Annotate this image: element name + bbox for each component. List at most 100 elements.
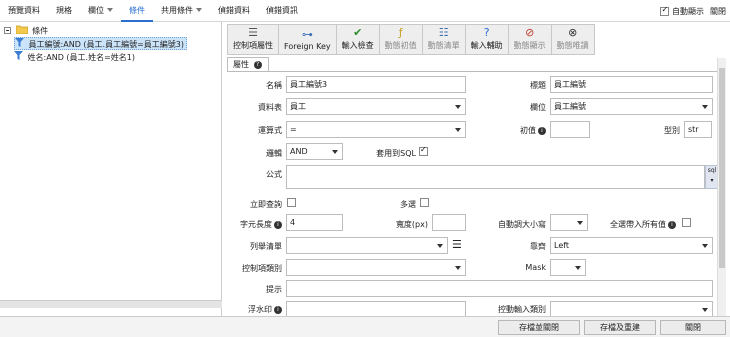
type-select[interactable]: str xyxy=(684,121,712,138)
tab-2[interactable]: 欄位 xyxy=(80,0,121,22)
toolbar-button-4[interactable]: ☷ 動態清單 xyxy=(421,24,466,55)
multi-select-checkbox[interactable] xyxy=(420,198,429,207)
tab-3[interactable]: 條件 xyxy=(121,0,153,22)
chevron-down-icon xyxy=(332,150,338,154)
tree-item-emp-id[interactable]: 員工編號:AND (員工.員工編號=員工編號3) xyxy=(14,37,187,50)
align-select[interactable]: Left xyxy=(550,237,713,254)
auto-show-toggle[interactable]: 自動顯示 xyxy=(660,5,704,17)
function-icon: ƒ xyxy=(398,26,403,39)
toolbar-button-label: 輸入檢查 xyxy=(341,41,374,50)
filter-icon xyxy=(14,51,23,64)
tab-attributes-label: 屬性 xyxy=(233,60,249,69)
hint-label: 提示 xyxy=(266,285,282,294)
length-input[interactable]: 4 xyxy=(286,214,343,231)
toolbar-button-2[interactable]: ✔ 輸入檢查 xyxy=(335,24,380,55)
immediate-query-checkbox[interactable] xyxy=(287,198,296,207)
close-button[interactable]: 關閉 xyxy=(660,320,726,335)
tree-root[interactable]: 條件 xyxy=(4,24,48,37)
tab-1[interactable]: 規格 xyxy=(48,0,80,22)
info-icon: i xyxy=(274,220,282,229)
select-all-label-text: 全選帶入所有值 xyxy=(610,220,666,229)
tree-item-label: 員工編號:AND (員工.員工編號=員工編號3) xyxy=(28,40,184,49)
help-icon: ? xyxy=(483,26,490,39)
toolbar-button-0[interactable]: ☰ 控制項屬性 xyxy=(227,24,279,55)
multi-select-label: 多選 xyxy=(400,200,416,209)
filter-icon xyxy=(15,38,24,51)
close-link[interactable]: 關閉 xyxy=(710,6,726,17)
key-icon: ⊶ xyxy=(301,28,313,41)
tab-5[interactable]: 偵錯資料 xyxy=(210,0,258,22)
block-icon: ⊗ xyxy=(568,26,578,39)
scrollbar-thumb[interactable] xyxy=(719,68,725,268)
toolbar-button-label: 動態清單 xyxy=(427,41,460,50)
info-icon: i xyxy=(668,220,676,229)
tab-6[interactable]: 偵錯資訊 xyxy=(258,0,306,22)
toolbar-button-6[interactable]: ⊘ 動態顯示 xyxy=(507,24,552,55)
menu-tabs: 預覽資料 規格 欄位 條件 共用條件 偵錯資料 偵錯資訊 xyxy=(0,0,306,22)
width-input[interactable] xyxy=(432,214,466,231)
chevron-down-icon xyxy=(575,266,581,270)
logic-label: 邏輯 xyxy=(266,149,282,158)
toolbar-button-1[interactable]: ⊶ Foreign Key xyxy=(278,24,337,55)
logic-select[interactable]: AND xyxy=(286,143,343,160)
property-toolbar: ☰ 控制項屬性 ⊶ Foreign Key ✔ 輸入檢查 ƒ 動態初值 ☷ 動態清單? 輸入輔助 ⊘ 動… xyxy=(227,24,595,55)
info-icon: i xyxy=(538,126,546,135)
panel-scrollbar[interactable] xyxy=(717,58,726,316)
toolbar-button-label: 動態唯讀 xyxy=(556,41,589,50)
length-label-text: 字元長度 xyxy=(240,220,272,229)
name-label: 名稱 xyxy=(266,81,282,90)
info-icon: i xyxy=(274,305,282,314)
tab-label: 條件 xyxy=(129,5,145,15)
auto-show-checkbox[interactable] xyxy=(660,5,670,16)
tree-horizontal-scrollbar[interactable] xyxy=(0,300,222,308)
chevron-down-icon xyxy=(455,128,461,132)
toolbar-button-7[interactable]: ⊗ 動態唯讀 xyxy=(550,24,595,55)
table-select[interactable]: 員工 xyxy=(286,98,466,115)
list-icon[interactable]: ☰ xyxy=(452,237,462,253)
help-icon[interactable]: ? xyxy=(253,60,262,69)
tree-item-name[interactable]: 姓名:AND (員工.姓名=姓名1) xyxy=(14,51,135,64)
title-label: 標題 xyxy=(530,81,546,90)
length-label: 字元長度 i xyxy=(228,219,282,230)
condition-tree: 條件 員工編號:AND (員工.員工編號=員工編號3) 姓名:AND (員工.姓… xyxy=(0,22,222,316)
hint-input[interactable] xyxy=(286,280,713,297)
save-and-rebuild-button[interactable]: 存檔及重建 xyxy=(584,320,656,335)
apply-sql-checkbox[interactable] xyxy=(419,145,428,156)
name-input[interactable]: 員工編號3 xyxy=(286,76,466,93)
select-all-checkbox[interactable] xyxy=(682,218,691,227)
eye-off-icon: ⊘ xyxy=(525,26,535,39)
logic-select-value: AND xyxy=(290,147,308,156)
tab-attributes[interactable]: 屬性 ? xyxy=(227,57,269,71)
apply-sql-label: 套用到SQL xyxy=(376,149,416,158)
formula-input[interactable] xyxy=(286,165,705,189)
mask-select[interactable] xyxy=(550,259,586,276)
bullet-list-icon: ☷ xyxy=(438,26,449,39)
toolbar-button-label: 控制項屬性 xyxy=(233,41,273,50)
tab-4[interactable]: 共用條件 xyxy=(153,0,210,22)
control-type-select[interactable] xyxy=(286,259,466,276)
save-and-close-button[interactable]: 存檔並關閉 xyxy=(498,320,580,335)
toolbar-button-5[interactable]: ? 輸入輔助 xyxy=(464,24,509,55)
autosize-select[interactable] xyxy=(550,214,588,231)
enum-list-label: 列舉清單 xyxy=(250,242,282,251)
tab-label: 欄位 xyxy=(88,5,104,15)
menu-right: 自動顯示 關閉 xyxy=(660,0,726,22)
tab-label: 共用條件 xyxy=(161,5,193,15)
init-input[interactable] xyxy=(550,121,590,138)
field-label: 欄位 xyxy=(530,103,546,112)
watermark-label-text: 浮水印 xyxy=(248,305,272,314)
top-menu-bar: 預覽資料 規格 欄位 條件 共用條件 偵錯資料 偵錯資訊 自動顯示 關閉 xyxy=(0,0,730,22)
tab-0[interactable]: 預覽資料 xyxy=(0,0,48,22)
toolbar-button-3[interactable]: ƒ 動態初值 xyxy=(378,24,423,55)
field-select[interactable]: 員工編號 xyxy=(550,98,713,115)
operator-select-value: = xyxy=(290,125,297,134)
title-input[interactable]: 員工編號 xyxy=(550,76,713,93)
immediate-query-label: 立即查詢 xyxy=(250,200,282,209)
toolbar-button-label: 動態初值 xyxy=(384,41,417,50)
chevron-down-icon xyxy=(702,308,708,312)
enum-list-select[interactable] xyxy=(286,237,448,254)
operator-select[interactable]: = xyxy=(286,121,466,138)
expand-minus-icon[interactable] xyxy=(4,25,11,38)
tree-root-label: 條件 xyxy=(32,26,49,36)
toolbar-button-label: Foreign Key xyxy=(284,42,331,51)
